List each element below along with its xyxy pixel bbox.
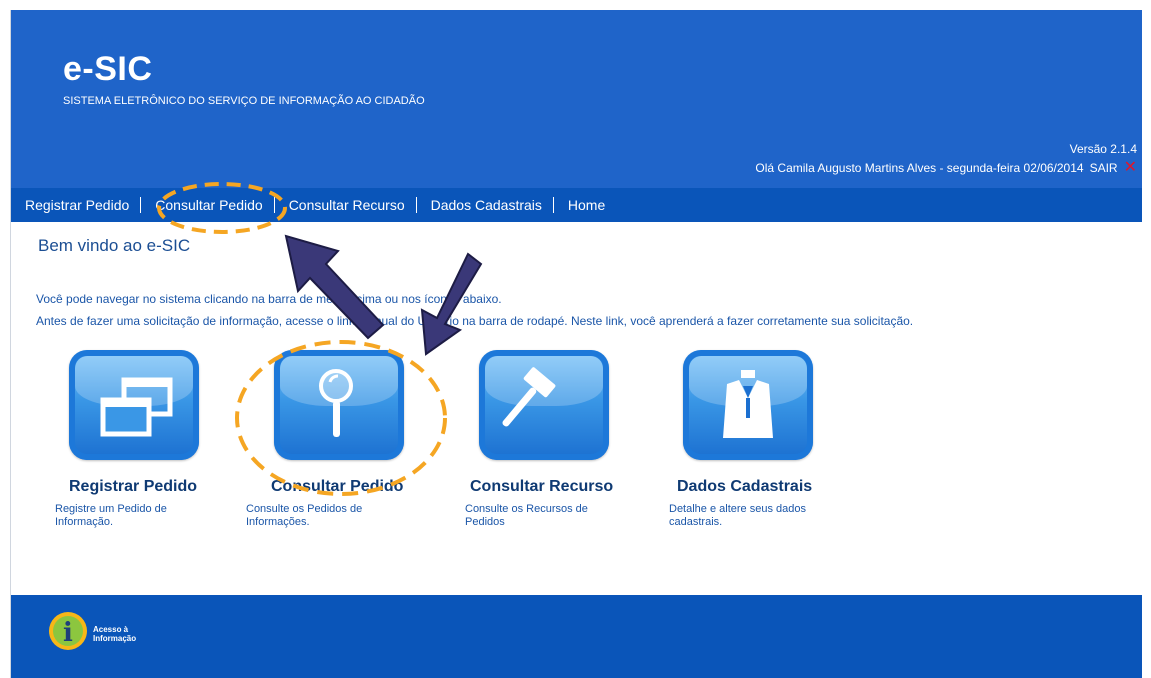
- tile-title[interactable]: Consultar Pedido: [271, 478, 403, 496]
- greeting-text: Olá Camila Augusto Martins Alves - segun…: [755, 161, 1084, 175]
- nav-item-home[interactable]: Home: [554, 197, 616, 213]
- tile-title[interactable]: Dados Cadastrais: [677, 478, 812, 496]
- nav-item-consultar-recurso[interactable]: Consultar Recurso: [275, 197, 416, 213]
- nav-item-dados-cadastrais[interactable]: Dados Cadastrais: [417, 197, 553, 213]
- header: e-SIC SISTEMA ELETRÔNICO DO SERVIÇO DE I…: [11, 10, 1142, 188]
- close-icon[interactable]: ✕: [1124, 160, 1137, 176]
- magnifier-icon: [319, 369, 353, 437]
- page-title: Bem vindo ao e-SIC: [38, 236, 191, 255]
- tile-registrar-pedido-button[interactable]: [69, 350, 199, 460]
- tile-title[interactable]: Registrar Pedido: [69, 478, 197, 496]
- tile-description: Consulte os Recursos de Pedidos: [465, 503, 588, 528]
- acesso-informacao-label: Acesso à Informação: [93, 625, 137, 643]
- acesso-informacao-logo[interactable]: i: [48, 611, 88, 651]
- user-greeting: Olá Camila Augusto Martins Alves - segun…: [755, 160, 1137, 176]
- app-title: e-SIC: [63, 50, 153, 88]
- tile-consultar-recurso-button[interactable]: [479, 350, 609, 460]
- tile-title[interactable]: Consultar Recurso: [470, 478, 613, 496]
- tile-dados-cadastrais-button[interactable]: [683, 350, 813, 460]
- tile-description: Detalhe e altere seus dados cadastrais.: [669, 503, 806, 528]
- version-label: Versão 2.1.4: [1069, 142, 1137, 156]
- windows-icon: [100, 377, 173, 437]
- suit-icon: [723, 370, 773, 438]
- tile-description: Consulte os Pedidos de Informações.: [246, 503, 363, 528]
- page-frame: e-SIC SISTEMA ELETRÔNICO DO SERVIÇO DE I…: [10, 10, 1142, 678]
- intro-text-1: Você pode navegar no sistema clicando na…: [36, 292, 502, 306]
- logout-link[interactable]: SAIR: [1090, 161, 1118, 175]
- nav-item-consultar-pedido[interactable]: Consultar Pedido: [141, 197, 273, 213]
- app-subtitle: SISTEMA ELETRÔNICO DO SERVIÇO DE INFORMA…: [63, 95, 425, 107]
- footer: i Acesso à Informação: [11, 595, 1142, 678]
- gavel-icon: [502, 367, 556, 427]
- tile-consultar-pedido-button[interactable]: [274, 350, 404, 460]
- nav-item-registrar-pedido[interactable]: Registrar Pedido: [11, 197, 140, 213]
- intro-text-2: Antes de fazer uma solicitação de inform…: [36, 314, 914, 328]
- main-nav: Registrar Pedido Consultar Pedido Consul…: [11, 188, 1142, 222]
- svg-text:i: i: [63, 618, 73, 648]
- tile-description: Registre um Pedido de Informação.: [55, 503, 167, 528]
